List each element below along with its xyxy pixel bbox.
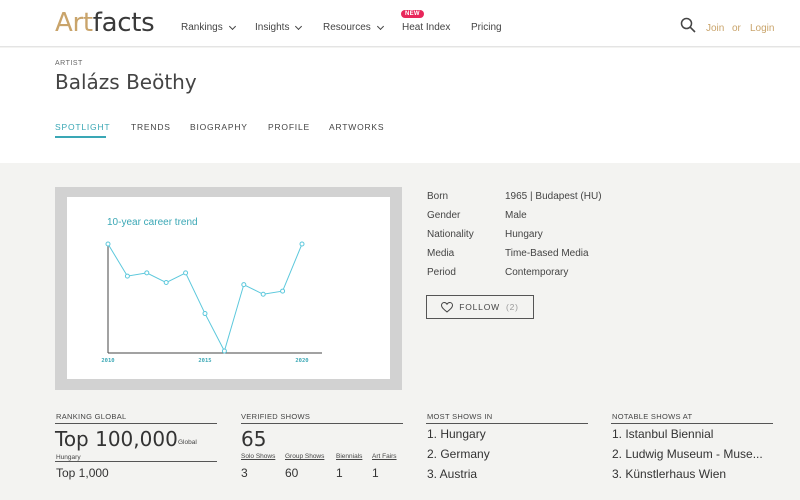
- trend-point-2018[interactable]: [260, 291, 266, 297]
- nav-heat-index[interactable]: Heat Index: [402, 22, 450, 33]
- heart-icon: [441, 301, 454, 313]
- nav-insights-label: Insights: [255, 22, 290, 33]
- ranking-global-value: Top 100,000: [55, 427, 178, 451]
- nav-rankings[interactable]: Rankings: [181, 22, 236, 33]
- group-shows-label[interactable]: Group Shows: [285, 453, 324, 460]
- art-fairs-value: 1: [372, 466, 379, 480]
- nav-heat-index-label: Heat Index: [402, 22, 451, 33]
- fact-key-nationality: Nationality: [427, 229, 474, 240]
- fact-value-nationality: Hungary: [505, 229, 543, 240]
- ranking-country-value: Top 1,000: [56, 466, 109, 480]
- tab-artworks[interactable]: ARTWORKS: [329, 122, 384, 132]
- notable-shows-item[interactable]: 2. Ludwig Museum - Muse...: [612, 447, 763, 461]
- join-link[interactable]: Join: [706, 23, 724, 34]
- follow-button[interactable]: FOLLOW (2): [426, 295, 534, 319]
- fact-value-period: Contemporary: [505, 267, 569, 278]
- notable-shows-heading: NOTABLE SHOWS AT: [612, 412, 693, 421]
- nav-resources-label: Resources: [323, 22, 371, 33]
- ranking-rule: [55, 423, 217, 424]
- solo-shows-value: 3: [241, 466, 248, 480]
- chevron-down-icon: [295, 22, 303, 30]
- tab-profile[interactable]: PROFILE: [268, 122, 310, 132]
- verified-shows-heading: VERIFIED SHOWS: [241, 412, 311, 421]
- fact-key-period: Period: [427, 267, 456, 278]
- fact-value-gender: Male: [505, 210, 527, 221]
- verified-shows-total: 65: [241, 427, 267, 451]
- chevron-down-icon: [376, 22, 384, 30]
- artist-name: Balázs Beöthy: [55, 70, 197, 94]
- logo-art: Art: [55, 8, 93, 38]
- chevron-down-icon: [228, 22, 236, 30]
- tab-trends[interactable]: TRENDS: [131, 122, 171, 132]
- career-trend-card: 10-year career trend 2010 2015 2020: [55, 187, 402, 390]
- career-trend-chart: 10-year career trend 2010 2015 2020: [67, 197, 390, 379]
- group-shows-value: 60: [285, 466, 299, 480]
- verified-shows-rule: [241, 423, 403, 424]
- trend-point-2019[interactable]: [280, 288, 286, 294]
- login-link[interactable]: Login: [750, 23, 774, 34]
- nav-pricing[interactable]: Pricing: [471, 22, 502, 33]
- trend-point-2015[interactable]: [202, 311, 208, 317]
- fact-key-media: Media: [427, 248, 455, 259]
- ranking-country-label: Hungary: [56, 454, 81, 461]
- trend-chart-svg: 2010 2015 2020: [101, 241, 322, 364]
- trend-point-2020[interactable]: [299, 241, 305, 247]
- most-shows-item[interactable]: 1. Hungary: [427, 427, 486, 441]
- biennials-label[interactable]: Biennials: [336, 453, 362, 460]
- notable-shows-rule: [611, 423, 773, 424]
- trend-point-2010[interactable]: [105, 241, 111, 247]
- fact-value-media: Time-Based Media: [505, 248, 589, 259]
- trend-point-2016[interactable]: [221, 348, 227, 354]
- fact-key-gender: Gender: [427, 210, 461, 221]
- ranking-country-rule: [55, 461, 217, 462]
- trend-point-2017[interactable]: [241, 282, 247, 288]
- notable-shows-item[interactable]: 3. Künstlerhaus Wien: [612, 467, 726, 481]
- top-nav: Artfacts Rankings Insights Resources NEW…: [0, 0, 800, 47]
- most-shows-rule: [426, 423, 588, 424]
- x-tick-label: 2010: [101, 358, 114, 364]
- follow-label: FOLLOW: [459, 302, 500, 312]
- tab-spotlight[interactable]: SPOTLIGHT: [55, 122, 110, 132]
- nav-pricing-label: Pricing: [471, 22, 502, 33]
- artfacts-logo[interactable]: Artfacts: [55, 8, 155, 38]
- tab-biography[interactable]: BIOGRAPHY: [190, 122, 248, 132]
- solo-shows-label[interactable]: Solo Shows: [241, 453, 275, 460]
- x-tick-label: 2020: [295, 358, 308, 364]
- most-shows-heading: MOST SHOWS IN: [427, 412, 493, 421]
- trend-point-2013[interactable]: [163, 280, 169, 286]
- ranking-heading: RANKING GLOBAL: [56, 412, 127, 421]
- new-badge: NEW: [401, 10, 424, 18]
- fact-value-born: 1965 | Budapest (HU): [505, 191, 602, 202]
- biennials-value: 1: [336, 466, 343, 480]
- nav-insights[interactable]: Insights: [255, 22, 303, 33]
- ranking-scope: Global: [178, 439, 197, 446]
- trend-point-2012[interactable]: [144, 270, 150, 276]
- art-fairs-label[interactable]: Art Fairs: [372, 453, 397, 460]
- most-shows-item[interactable]: 3. Austria: [427, 467, 477, 481]
- active-tab-indicator: [55, 136, 106, 138]
- artist-header: ARTIST Balázs Beöthy SPOTLIGHT TRENDS BI…: [0, 48, 800, 163]
- fact-key-born: Born: [427, 191, 449, 202]
- or-text: or: [732, 23, 741, 34]
- artist-label: ARTIST: [55, 60, 83, 67]
- trend-point-2011[interactable]: [124, 273, 130, 279]
- nav-resources[interactable]: Resources: [323, 22, 384, 33]
- trend-line: [107, 243, 303, 353]
- logo-facts: facts: [92, 8, 155, 38]
- nav-rankings-label: Rankings: [181, 22, 223, 33]
- x-tick-label: 2015: [198, 358, 211, 364]
- search-icon[interactable]: [680, 17, 696, 33]
- notable-shows-item[interactable]: 1. Istanbul Biennial: [612, 427, 713, 441]
- most-shows-item[interactable]: 2. Germany: [427, 447, 490, 461]
- follow-count: (2): [505, 302, 519, 312]
- trend-point-2014[interactable]: [183, 270, 189, 276]
